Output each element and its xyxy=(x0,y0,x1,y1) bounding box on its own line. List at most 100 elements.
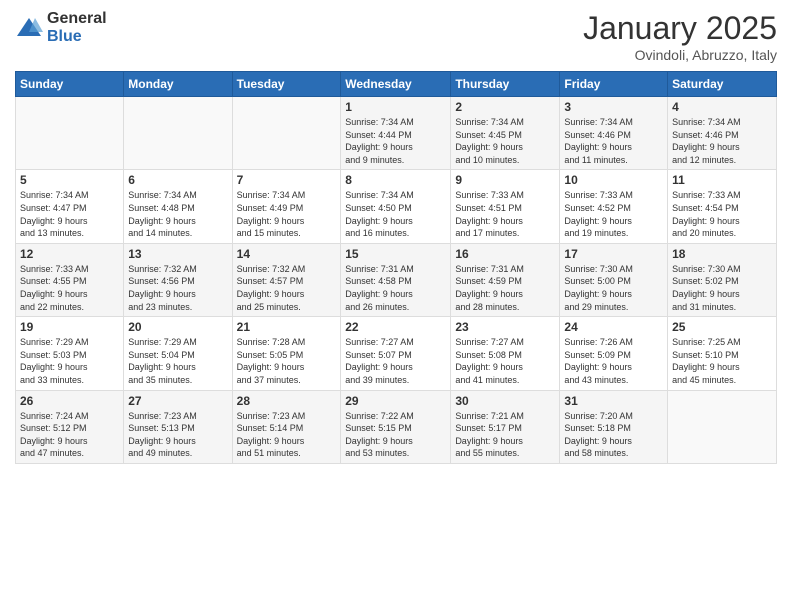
weekday-header: Tuesday xyxy=(232,72,341,97)
logo-blue: Blue xyxy=(47,28,107,46)
calendar-cell: 21 Sunrise: 7:28 AM Sunset: 5:05 PM Dayli… xyxy=(232,317,341,390)
calendar-cell: 22Sunrise: 7:27 AM Sunset: 5:07 PM Dayli… xyxy=(341,317,451,390)
calendar-cell: 20 Sunrise: 7:29 AM Sunset: 5:04 PM Dayli… xyxy=(124,317,232,390)
calendar-cell xyxy=(232,97,341,170)
calendar-cell: 14 Sunrise: 7:32 AM Sunset: 4:57 PM Dayli… xyxy=(232,243,341,316)
day-number: 31 xyxy=(564,394,663,408)
day-info: Sunrise: 7:23 AM Sunset: 5:14 PM Dayligh… xyxy=(237,410,337,460)
calendar-cell: 5Sunrise: 7:34 AM Sunset: 4:47 PM Daylig… xyxy=(16,170,124,243)
day-info: Sunrise: 7:26 AM Sunset: 5:09 PM Dayligh… xyxy=(564,336,663,386)
weekday-header: Wednesday xyxy=(341,72,451,97)
day-number: 22 xyxy=(345,320,446,334)
calendar-cell: 12 Sunrise: 7:33 AM Sunset: 4:55 PM Dayli… xyxy=(16,243,124,316)
calendar-cell: 3 Sunrise: 7:34 AM Sunset: 4:46 PM Daylig… xyxy=(560,97,668,170)
day-info: Sunrise: 7:32 AM Sunset: 4:56 PM Dayligh… xyxy=(128,263,227,313)
day-info: Sunrise: 7:34 AM Sunset: 4:44 PM Dayligh… xyxy=(345,116,446,166)
weekday-header: Monday xyxy=(124,72,232,97)
logo-icon xyxy=(15,14,43,42)
month-title: January 2025 xyxy=(583,10,777,47)
day-info: Sunrise: 7:30 AM Sunset: 5:00 PM Dayligh… xyxy=(564,263,663,313)
day-number: 11 xyxy=(672,173,772,187)
day-info: Sunrise: 7:34 AM Sunset: 4:50 PM Dayligh… xyxy=(345,189,446,239)
day-number: 21 xyxy=(237,320,337,334)
day-number: 12 xyxy=(20,247,119,261)
day-info: Sunrise: 7:33 AM Sunset: 4:54 PM Dayligh… xyxy=(672,189,772,239)
day-number: 30 xyxy=(455,394,555,408)
calendar-cell: 7Sunrise: 7:34 AM Sunset: 4:49 PM Daylig… xyxy=(232,170,341,243)
day-number: 3 xyxy=(564,100,663,114)
day-number: 8 xyxy=(345,173,446,187)
day-number: 9 xyxy=(455,173,555,187)
day-info: Sunrise: 7:31 AM Sunset: 4:59 PM Dayligh… xyxy=(455,263,555,313)
weekday-header: Sunday xyxy=(16,72,124,97)
day-number: 15 xyxy=(345,247,446,261)
day-number: 14 xyxy=(237,247,337,261)
day-info: Sunrise: 7:34 AM Sunset: 4:46 PM Dayligh… xyxy=(564,116,663,166)
calendar-cell: 2Sunrise: 7:34 AM Sunset: 4:45 PM Daylig… xyxy=(451,97,560,170)
day-number: 29 xyxy=(345,394,446,408)
calendar-cell: 16 Sunrise: 7:31 AM Sunset: 4:59 PM Dayli… xyxy=(451,243,560,316)
day-number: 10 xyxy=(564,173,663,187)
calendar-cell: 6 Sunrise: 7:34 AM Sunset: 4:48 PM Daylig… xyxy=(124,170,232,243)
calendar-cell: 28Sunrise: 7:23 AM Sunset: 5:14 PM Dayli… xyxy=(232,390,341,463)
day-info: Sunrise: 7:30 AM Sunset: 5:02 PM Dayligh… xyxy=(672,263,772,313)
calendar-week-row: 26 Sunrise: 7:24 AM Sunset: 5:12 PM Dayli… xyxy=(16,390,777,463)
calendar-cell: 25Sunrise: 7:25 AM Sunset: 5:10 PM Dayli… xyxy=(668,317,777,390)
calendar-cell xyxy=(668,390,777,463)
day-number: 19 xyxy=(20,320,119,334)
day-number: 25 xyxy=(672,320,772,334)
day-info: Sunrise: 7:32 AM Sunset: 4:57 PM Dayligh… xyxy=(237,263,337,313)
page: General Blue January 2025 Ovindoli, Abru… xyxy=(0,0,792,612)
day-number: 23 xyxy=(455,320,555,334)
day-number: 17 xyxy=(564,247,663,261)
day-info: Sunrise: 7:34 AM Sunset: 4:47 PM Dayligh… xyxy=(20,189,119,239)
calendar-cell: 4 Sunrise: 7:34 AM Sunset: 4:46 PM Daylig… xyxy=(668,97,777,170)
weekday-header: Thursday xyxy=(451,72,560,97)
day-number: 26 xyxy=(20,394,119,408)
day-info: Sunrise: 7:20 AM Sunset: 5:18 PM Dayligh… xyxy=(564,410,663,460)
day-info: Sunrise: 7:34 AM Sunset: 4:48 PM Dayligh… xyxy=(128,189,227,239)
day-number: 13 xyxy=(128,247,227,261)
day-number: 24 xyxy=(564,320,663,334)
calendar-cell: 13 Sunrise: 7:32 AM Sunset: 4:56 PM Dayli… xyxy=(124,243,232,316)
day-info: Sunrise: 7:21 AM Sunset: 5:17 PM Dayligh… xyxy=(455,410,555,460)
calendar-cell: 26 Sunrise: 7:24 AM Sunset: 5:12 PM Dayli… xyxy=(16,390,124,463)
day-info: Sunrise: 7:31 AM Sunset: 4:58 PM Dayligh… xyxy=(345,263,446,313)
calendar-cell: 27 Sunrise: 7:23 AM Sunset: 5:13 PM Dayli… xyxy=(124,390,232,463)
day-number: 1 xyxy=(345,100,446,114)
calendar-cell: 11 Sunrise: 7:33 AM Sunset: 4:54 PM Dayli… xyxy=(668,170,777,243)
calendar-cell: 15 Sunrise: 7:31 AM Sunset: 4:58 PM Dayli… xyxy=(341,243,451,316)
calendar-cell: 23Sunrise: 7:27 AM Sunset: 5:08 PM Dayli… xyxy=(451,317,560,390)
day-info: Sunrise: 7:33 AM Sunset: 4:52 PM Dayligh… xyxy=(564,189,663,239)
calendar-cell: 10 Sunrise: 7:33 AM Sunset: 4:52 PM Dayli… xyxy=(560,170,668,243)
calendar-cell: 17 Sunrise: 7:30 AM Sunset: 5:00 PM Dayli… xyxy=(560,243,668,316)
logo: General Blue xyxy=(15,10,107,45)
day-info: Sunrise: 7:29 AM Sunset: 5:04 PM Dayligh… xyxy=(128,336,227,386)
day-info: Sunrise: 7:24 AM Sunset: 5:12 PM Dayligh… xyxy=(20,410,119,460)
day-number: 27 xyxy=(128,394,227,408)
day-number: 6 xyxy=(128,173,227,187)
logo-general: General xyxy=(47,10,107,28)
title-block: January 2025 Ovindoli, Abruzzo, Italy xyxy=(583,10,777,63)
day-info: Sunrise: 7:33 AM Sunset: 4:55 PM Dayligh… xyxy=(20,263,119,313)
calendar-cell: 18 Sunrise: 7:30 AM Sunset: 5:02 PM Dayli… xyxy=(668,243,777,316)
calendar-cell: 29 Sunrise: 7:22 AM Sunset: 5:15 PM Dayli… xyxy=(341,390,451,463)
calendar-week-row: 1 Sunrise: 7:34 AM Sunset: 4:44 PM Daylig… xyxy=(16,97,777,170)
day-info: Sunrise: 7:34 AM Sunset: 4:46 PM Dayligh… xyxy=(672,116,772,166)
calendar-cell: 30 Sunrise: 7:21 AM Sunset: 5:17 PM Dayli… xyxy=(451,390,560,463)
day-number: 20 xyxy=(128,320,227,334)
day-info: Sunrise: 7:28 AM Sunset: 5:05 PM Dayligh… xyxy=(237,336,337,386)
day-number: 18 xyxy=(672,247,772,261)
calendar-cell: 24 Sunrise: 7:26 AM Sunset: 5:09 PM Dayli… xyxy=(560,317,668,390)
calendar-week-row: 5Sunrise: 7:34 AM Sunset: 4:47 PM Daylig… xyxy=(16,170,777,243)
day-info: Sunrise: 7:34 AM Sunset: 4:45 PM Dayligh… xyxy=(455,116,555,166)
day-info: Sunrise: 7:29 AM Sunset: 5:03 PM Dayligh… xyxy=(20,336,119,386)
day-info: Sunrise: 7:22 AM Sunset: 5:15 PM Dayligh… xyxy=(345,410,446,460)
calendar-week-row: 12 Sunrise: 7:33 AM Sunset: 4:55 PM Dayli… xyxy=(16,243,777,316)
day-number: 4 xyxy=(672,100,772,114)
calendar-cell: 31 Sunrise: 7:20 AM Sunset: 5:18 PM Dayli… xyxy=(560,390,668,463)
calendar: SundayMondayTuesdayWednesdayThursdayFrid… xyxy=(15,71,777,464)
weekday-header: Friday xyxy=(560,72,668,97)
day-info: Sunrise: 7:23 AM Sunset: 5:13 PM Dayligh… xyxy=(128,410,227,460)
day-number: 16 xyxy=(455,247,555,261)
